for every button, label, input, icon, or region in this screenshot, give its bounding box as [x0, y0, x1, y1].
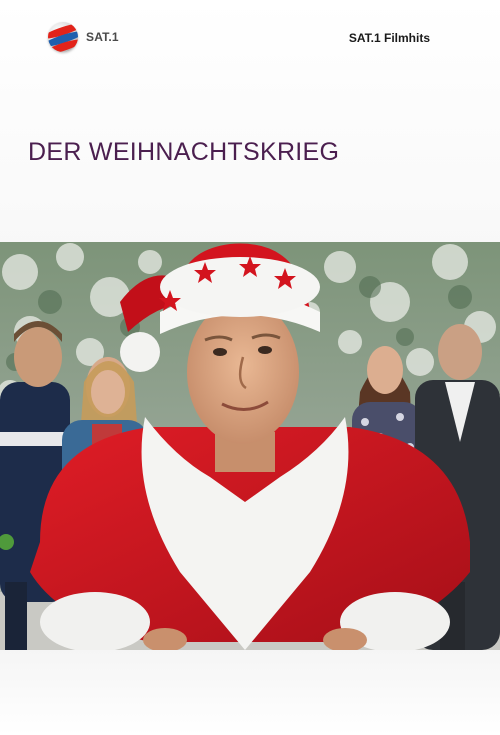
- sat1-ball-icon: [48, 22, 78, 52]
- poster-photo: [0, 242, 500, 650]
- movie-poster: SAT.1 SAT.1 Filmhits DER WEIHNACHTSKRIEG: [0, 0, 500, 735]
- channel-name: SAT.1 Filmhits: [348, 31, 430, 45]
- channel-logo: SAT.1: [48, 22, 119, 52]
- logo-text: SAT.1: [86, 30, 119, 44]
- movie-title: DER WEIHNACHTSKRIEG: [28, 138, 340, 166]
- bottom-band: [0, 650, 500, 735]
